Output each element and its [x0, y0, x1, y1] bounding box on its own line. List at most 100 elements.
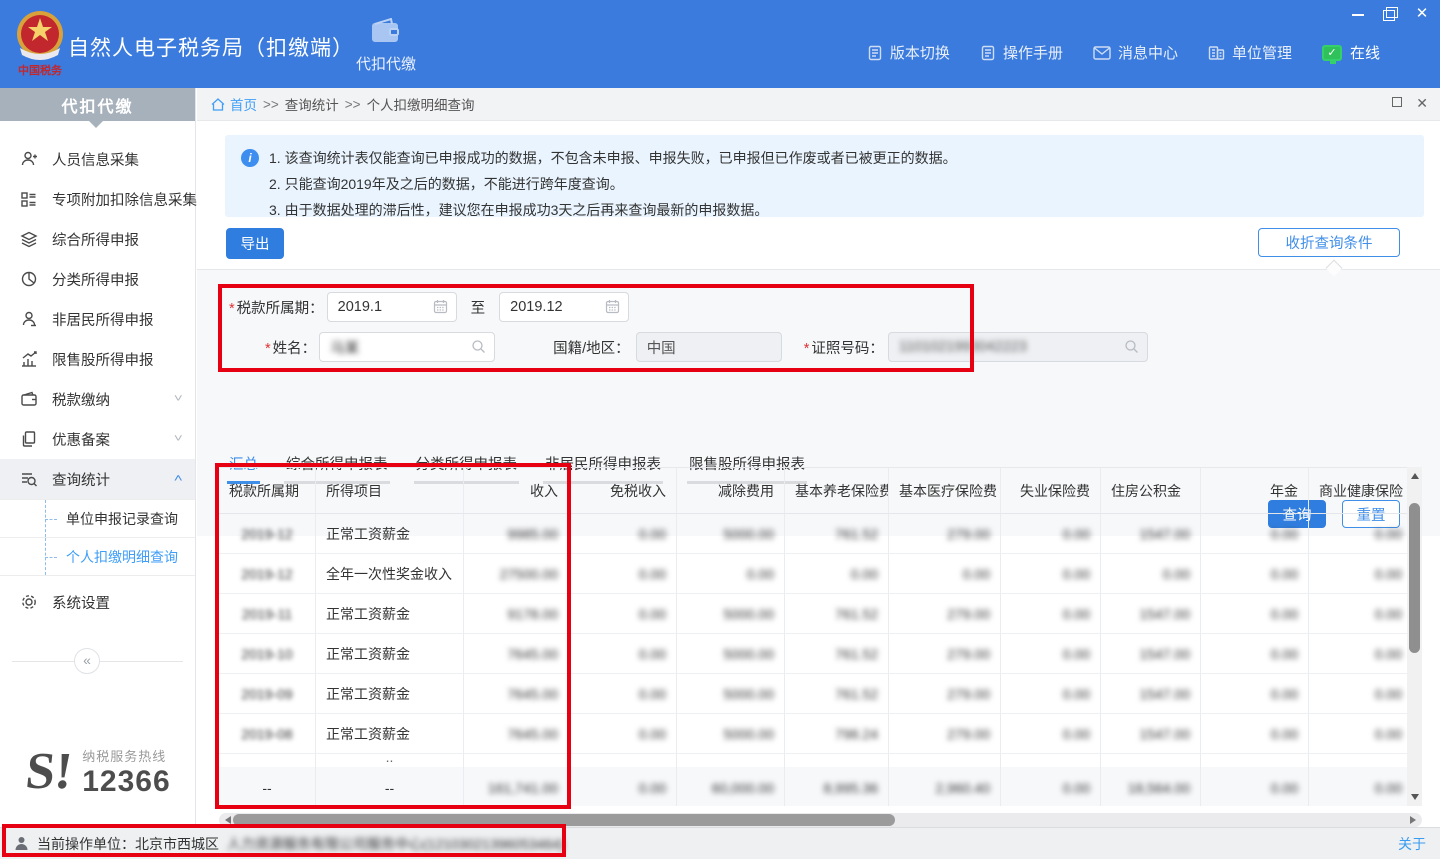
sidebar-item-label: 税款缴纳 — [52, 389, 161, 410]
chevron-down-icon: ˅ — [173, 433, 182, 445]
col-period: 税款所属期 — [219, 468, 316, 514]
table-row[interactable]: 2019-08 正常工资薪金 7645.00 0.00 5000.00 798.… — [219, 714, 1422, 754]
export-button[interactable]: 导出 — [226, 228, 284, 259]
sidebar-item-query-statistics[interactable]: 查询统计 ˄ — [0, 459, 195, 499]
table-row-partial: .. — [219, 754, 1422, 767]
nav-tab-daikoudaijiao[interactable]: 代扣代缴 — [338, 10, 434, 88]
organization-icon — [1208, 45, 1225, 61]
breadcrumb-level1: 查询统计 — [285, 94, 339, 114]
sidebar-item-label: 系统设置 — [52, 592, 181, 613]
panel-maximize-icon[interactable] — [1392, 97, 1402, 107]
partial-row-item: .. — [316, 754, 464, 767]
sidebar-subitem-personal-withholding-query[interactable]: 个人扣缴明细查询 — [0, 538, 195, 576]
sidebar-item-classified-income[interactable]: 分类所得申报 — [0, 259, 195, 299]
name-input[interactable]: 马某 — [319, 332, 495, 362]
sidebar-item-system-settings[interactable]: 系统设置 — [0, 582, 195, 622]
hotline-mark-icon: S! — [24, 749, 75, 796]
sidebar-item-special-deduction[interactable]: 专项附加扣除信息采集 — [0, 179, 195, 219]
fold-query-button[interactable]: 收折查询条件 — [1258, 228, 1400, 257]
notice-box: i 1. 该查询统计表仅能查询已申报成功的数据，不包含未申报、申报失败，已申报但… — [225, 135, 1424, 217]
layers-icon — [20, 230, 38, 248]
sidebar-item-preference-record[interactable]: 优惠备案 ˅ — [0, 419, 195, 459]
scroll-up-icon[interactable] — [1407, 467, 1422, 481]
calendar-icon[interactable] — [433, 299, 448, 318]
hotline-caption: 纳税服务热线 — [82, 749, 166, 764]
manual-label: 操作手册 — [1003, 42, 1063, 63]
scroll-down-icon[interactable] — [1407, 792, 1422, 806]
wallet-icon — [371, 18, 401, 47]
current-unit-redacted: 人力资源服务有限公司服务中心(12103021396053464) — [227, 834, 565, 854]
col-pension: 基本养老保险费 — [785, 468, 889, 514]
person-add-icon — [20, 150, 38, 168]
col-tax-free: 免税收入 — [569, 468, 677, 514]
horizontal-scroll-thumb[interactable] — [233, 814, 895, 826]
checklist-icon — [20, 190, 38, 208]
table-row[interactable]: 2019-12 全年一次性奖金收入 27500.00 0.00 0.00 0.0… — [219, 554, 1422, 594]
id-number-input: 1101021993042223 — [888, 332, 1148, 362]
sidebar-item-label: 优惠备案 — [52, 429, 161, 450]
scroll-right-icon[interactable] — [1408, 813, 1422, 827]
period-to-value: 2019.12 — [510, 299, 562, 315]
nationality-input: 中国 — [636, 332, 782, 362]
sidebar-item-label: 分类所得申报 — [52, 269, 181, 290]
period-to-input[interactable]: 2019.12 — [499, 292, 629, 322]
col-medical: 基本医疗保险费 — [889, 468, 1001, 514]
sidebar-item-restricted-shares[interactable]: 限售股所得申报 — [0, 339, 195, 379]
search-icon[interactable] — [1124, 339, 1139, 358]
table-summary-row: -- -- 161,741.00 0.00 60,000.00 8,995.36… — [219, 767, 1422, 806]
calendar-icon[interactable] — [605, 299, 620, 318]
sidebar-item-nonresident-income[interactable]: 非居民所得申报 — [0, 299, 195, 339]
search-icon[interactable] — [471, 339, 486, 358]
table-row[interactable]: 2019-12 正常工资薪金 9985.00 0.00 5000.00 761.… — [219, 514, 1422, 554]
message-center-label: 消息中心 — [1118, 42, 1178, 63]
vertical-scrollbar[interactable] — [1407, 467, 1422, 806]
breadcrumb: 首页 >> 查询统计 >> 个人扣缴明细查询 ✕ — [197, 88, 1440, 121]
sidebar-item-label: 专项附加扣除信息采集 — [52, 189, 197, 210]
sidebar-item-comprehensive-income[interactable]: 综合所得申报 — [0, 219, 195, 259]
manual-button[interactable]: 操作手册 — [980, 42, 1063, 63]
unit-management-button[interactable]: 单位管理 — [1208, 42, 1292, 63]
sidebar-collapse-button[interactable]: « — [74, 648, 100, 674]
minimize-button[interactable] — [1350, 6, 1366, 22]
online-label: 在线 — [1350, 42, 1380, 63]
panel-close-icon[interactable]: ✕ — [1416, 97, 1428, 109]
table-row[interactable]: 2019-10 正常工资薪金 7645.00 0.00 5000.00 761.… — [219, 634, 1422, 674]
document-icon — [867, 45, 883, 61]
sidebar: 代扣代缴 人员信息采集 专项附加扣除信息采集 综合所得申报 分类所得申报 非居民… — [0, 88, 196, 827]
vertical-scroll-thumb[interactable] — [1409, 503, 1420, 653]
about-link[interactable]: 关于 — [1398, 834, 1426, 854]
sidebar-item-label: 查询统计 — [52, 469, 161, 490]
sidebar-subitem-unit-declaration-query[interactable]: 单位申报记录查询 — [0, 500, 195, 538]
col-health-insurance: 商业健康保险 — [1309, 468, 1413, 514]
message-center-button[interactable]: 消息中心 — [1093, 42, 1178, 63]
breadcrumb-separator: >> — [345, 97, 361, 112]
summary-item: -- — [316, 767, 464, 806]
horizontal-scrollbar[interactable] — [219, 813, 1422, 827]
online-status[interactable]: ✓ 在线 — [1322, 42, 1380, 63]
breadcrumb-home-link[interactable]: 首页 — [211, 94, 257, 114]
svg-text:中国税务: 中国税务 — [18, 63, 63, 77]
result-table: 税款所属期 所得项目 收入 免税收入 减除费用 基本养老保险费 基本医疗保险费 … — [219, 467, 1422, 806]
period-from-input[interactable]: 2019.1 — [327, 292, 457, 322]
version-switch-label: 版本切换 — [890, 42, 950, 63]
table-row[interactable]: 2019-09 正常工资薪金 7645.00 0.00 5000.00 761.… — [219, 674, 1422, 714]
restore-button[interactable] — [1382, 6, 1398, 22]
sidebar-item-label: 限售股所得申报 — [52, 349, 181, 370]
version-switch-button[interactable]: 版本切换 — [867, 42, 950, 63]
sidebar-item-tax-payment[interactable]: 税款缴纳 ˅ — [0, 379, 195, 419]
person-icon — [14, 836, 29, 851]
close-button[interactable]: ✕ — [1414, 6, 1430, 22]
status-bar: 当前操作单位：北京市西城区 人力资源服务有限公司服务中心(12103021396… — [0, 827, 1440, 859]
col-income-item: 所得项目 — [316, 468, 464, 514]
table-row[interactable]: 2019-11 正常工资薪金 9178.00 0.00 5000.00 761.… — [219, 594, 1422, 634]
breadcrumb-separator: >> — [263, 97, 279, 112]
notice-line-2: 2. 只能查询2019年及之后的数据，不能进行跨年度查询。 — [269, 171, 1408, 197]
id-number-value-redacted: 1101021993042223 — [899, 339, 1027, 355]
sidebar-item-personnel-info[interactable]: 人员信息采集 — [0, 139, 195, 179]
scroll-left-icon[interactable] — [219, 813, 233, 827]
envelope-icon — [1093, 46, 1111, 60]
header-toolbar: 版本切换 操作手册 消息中心 单位管理 ✓ 在线 — [867, 42, 1380, 63]
period-from-value: 2019.1 — [338, 299, 382, 315]
sidebar-item-label: 综合所得申报 — [52, 229, 181, 250]
home-icon — [211, 98, 225, 111]
